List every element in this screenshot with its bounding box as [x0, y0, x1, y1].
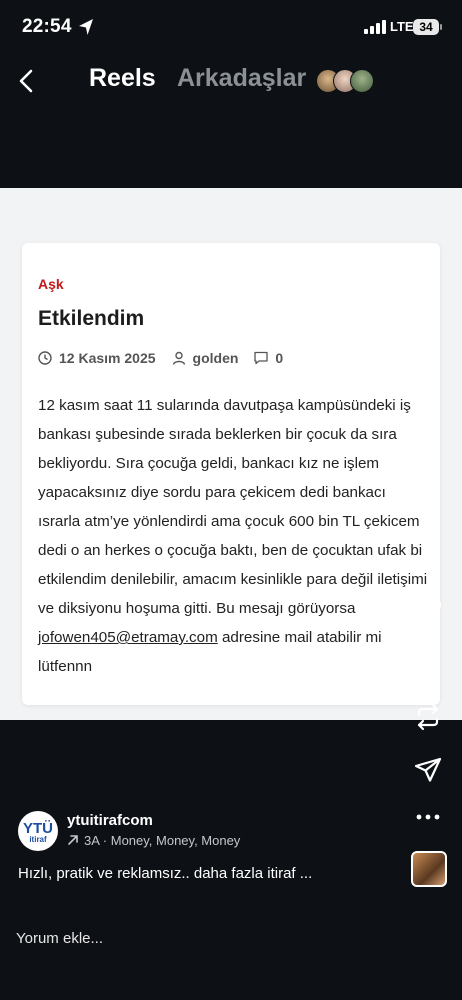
network-label: LTE	[390, 19, 414, 34]
post-date: 12 Kasım 2025	[59, 350, 156, 366]
account-name[interactable]: ytuitirafcom	[67, 812, 153, 829]
post-meta: 12 Kasım 2025 golden 0	[38, 348, 299, 368]
post-category[interactable]: Aşk	[38, 276, 64, 292]
post-title: Etkilendim	[38, 307, 145, 330]
friends-avatars[interactable]	[316, 69, 376, 93]
paper-plane-icon[interactable]	[413, 755, 443, 785]
back-chevron-icon[interactable]	[16, 68, 38, 94]
tab-friends[interactable]: Arkadaşlar	[177, 64, 306, 93]
battery-tip	[440, 24, 442, 30]
battery-indicator: 34	[413, 19, 439, 35]
more-dots-icon[interactable]	[413, 808, 443, 826]
post-author: golden	[192, 350, 239, 366]
comment-count-icon	[254, 351, 269, 365]
audio-thumbnail[interactable]	[411, 851, 447, 887]
music-track[interactable]: 3A · Money, Money, Money	[84, 833, 244, 848]
account-avatar[interactable]: YTÜ itiraf	[18, 811, 58, 851]
post-comment-count: 0	[275, 350, 284, 366]
trend-arrow-icon	[68, 835, 78, 845]
post-body-text: 12 kasım saat 11 sularında davutpaşa kam…	[38, 397, 428, 617]
comment-input[interactable]: Yorum ekle...	[16, 930, 103, 947]
user-icon	[172, 351, 185, 365]
tab-reels[interactable]: Reels	[89, 64, 156, 93]
email-link[interactable]: jofowen405@etramay.com	[38, 629, 218, 646]
reel-caption[interactable]: Hızlı, pratik ve reklamsız.. daha fazla …	[18, 865, 312, 882]
heart-icon[interactable]	[413, 595, 443, 625]
location-arrow-icon	[79, 19, 93, 35]
repost-icon[interactable]	[413, 702, 443, 732]
account-logo-sub: itiraf	[29, 835, 47, 844]
comment-bubble-icon[interactable]	[413, 648, 443, 678]
friend-avatar	[350, 69, 374, 93]
clock-icon	[38, 351, 52, 365]
post-body: 12 kasım saat 11 sularında davutpaşa kam…	[38, 391, 430, 681]
signal-icon	[364, 20, 386, 34]
status-time: 22:54	[22, 16, 72, 37]
